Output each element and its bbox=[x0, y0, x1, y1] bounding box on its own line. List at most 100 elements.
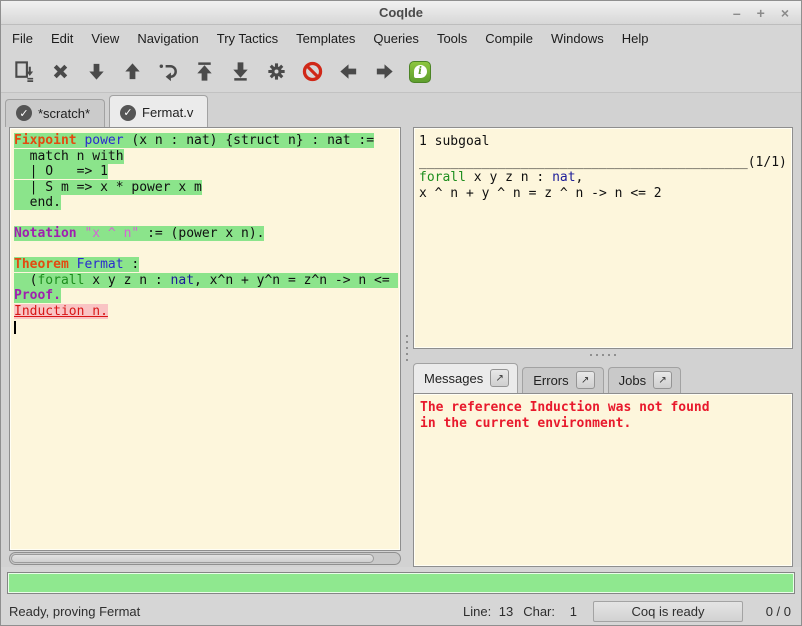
menu-templates[interactable]: Templates bbox=[287, 27, 364, 50]
minimize-button[interactable]: – bbox=[733, 6, 741, 20]
code-line: | S m => x * power x m bbox=[14, 180, 398, 196]
tab-messages[interactable]: Messages ↗ bbox=[413, 363, 518, 393]
interrupt-button[interactable] bbox=[297, 57, 327, 87]
popout-icon[interactable]: ↗ bbox=[490, 369, 509, 387]
tab-label: Messages bbox=[424, 371, 483, 386]
message-tabbar: Messages ↗ Errors ↗ Jobs ↗ bbox=[413, 361, 793, 393]
vertical-splitter[interactable] bbox=[401, 127, 413, 567]
line-label: Line: bbox=[463, 604, 491, 619]
scrollbar-thumb[interactable] bbox=[11, 554, 374, 563]
close-button[interactable] bbox=[45, 57, 75, 87]
titlebar[interactable]: CoqIde – + × bbox=[1, 1, 801, 25]
go-to-cursor-icon bbox=[157, 60, 180, 83]
menu-view[interactable]: View bbox=[82, 27, 128, 50]
goal-line: x ^ n + y ^ n = z ^ n -> n <= 2 bbox=[419, 186, 787, 202]
goal-line: 1 subgoal bbox=[419, 134, 787, 150]
script-editor[interactable]: Fixpoint power (x n : nat) {struct n} : … bbox=[9, 127, 401, 551]
go-to-cursor-button[interactable] bbox=[153, 57, 183, 87]
step-forward-button[interactable] bbox=[81, 57, 111, 87]
next-arrow-button[interactable] bbox=[369, 57, 399, 87]
code-line: Fixpoint power (x n : nat) {struct n} : … bbox=[14, 133, 398, 149]
save-icon bbox=[13, 60, 36, 83]
code-line bbox=[14, 211, 398, 227]
toolbar: i bbox=[1, 51, 801, 93]
menu-edit[interactable]: Edit bbox=[42, 27, 82, 50]
code-line: Induction n. bbox=[14, 304, 398, 320]
goal-line: ________________________________________… bbox=[419, 155, 787, 171]
go-to-end-icon bbox=[229, 60, 252, 83]
coq-status-indicator: Coq is ready bbox=[593, 601, 743, 622]
close-button[interactable]: × bbox=[781, 6, 789, 20]
maximize-button[interactable]: + bbox=[757, 6, 765, 20]
editor-panel: Fixpoint power (x n : nat) {struct n} : … bbox=[9, 127, 401, 565]
popout-icon[interactable]: ↗ bbox=[653, 371, 672, 389]
code-line: Notation "x ^ n" := (power x n). bbox=[14, 226, 398, 242]
step-backward-button[interactable] bbox=[117, 57, 147, 87]
about-info-button[interactable]: i bbox=[405, 57, 435, 87]
tab-jobs[interactable]: Jobs ↗ bbox=[608, 367, 681, 393]
step-forward-icon bbox=[85, 60, 108, 83]
code-line bbox=[14, 319, 398, 335]
main-area: Fixpoint power (x n : nat) {struct n} : … bbox=[1, 127, 801, 567]
message-line: in the current environment. bbox=[420, 416, 786, 432]
right-column: 1 subgoal _______________________________… bbox=[413, 127, 793, 567]
code-line: | O => 1 bbox=[14, 164, 398, 180]
char-value: 1 bbox=[559, 604, 577, 619]
horizontal-splitter[interactable] bbox=[413, 349, 793, 361]
coq-status-text: Coq is ready bbox=[632, 604, 705, 619]
document-tabbar: ✓ *scratch* ✓ Fermat.v bbox=[1, 93, 801, 127]
go-to-start-button[interactable] bbox=[189, 57, 219, 87]
progress-bar bbox=[7, 572, 795, 594]
menubar: FileEditViewNavigationTry TacticsTemplat… bbox=[1, 25, 801, 51]
menu-navigation[interactable]: Navigation bbox=[128, 27, 207, 50]
tab-label: *scratch* bbox=[38, 106, 90, 121]
popout-icon[interactable]: ↗ bbox=[576, 371, 595, 389]
menu-windows[interactable]: Windows bbox=[542, 27, 613, 50]
menu-try-tactics[interactable]: Try Tactics bbox=[208, 27, 287, 50]
code-line: Theorem Fermat : bbox=[14, 257, 398, 273]
window-title: CoqIde bbox=[1, 5, 801, 20]
tab--scratch-[interactable]: ✓ *scratch* bbox=[5, 99, 105, 127]
coqide-window: CoqIde – + × FileEditViewNavigationTry Tac… bbox=[0, 0, 802, 626]
next-arrow-icon bbox=[373, 60, 396, 83]
menu-compile[interactable]: Compile bbox=[476, 27, 542, 50]
code-line: (forall x y z n : nat, x^n + y^n = z^n -… bbox=[14, 273, 398, 289]
close-icon bbox=[49, 60, 72, 83]
tab-check-icon: ✓ bbox=[120, 105, 136, 121]
editor-horizontal-scrollbar[interactable] bbox=[9, 552, 401, 565]
goal-line: forall x y z n : nat, bbox=[419, 170, 787, 186]
code-line: end. bbox=[14, 195, 398, 211]
cursor-position: Line: 13 Char: 1 bbox=[463, 604, 583, 619]
tab-label: Fermat.v bbox=[142, 105, 193, 120]
window-controls: – + × bbox=[733, 6, 801, 20]
splitter-handle-icon bbox=[406, 335, 408, 361]
line-value: 13 bbox=[495, 604, 513, 619]
code-line bbox=[14, 242, 398, 258]
job-counter: 0 / 0 bbox=[757, 604, 791, 619]
text-cursor bbox=[14, 321, 16, 334]
tab-label: Errors bbox=[533, 373, 568, 388]
interrupt-icon bbox=[301, 60, 324, 83]
message-line: The reference Induction was not found bbox=[420, 400, 786, 416]
goal-panel[interactable]: 1 subgoal _______________________________… bbox=[413, 127, 793, 349]
previous-arrow-icon bbox=[337, 60, 360, 83]
make-gear-button[interactable] bbox=[261, 57, 291, 87]
messages-panel[interactable]: The reference Induction was not foundin … bbox=[413, 393, 793, 567]
step-backward-icon bbox=[121, 60, 144, 83]
tab-fermat-v[interactable]: ✓ Fermat.v bbox=[109, 95, 208, 127]
go-to-start-icon bbox=[193, 60, 216, 83]
menu-tools[interactable]: Tools bbox=[428, 27, 476, 50]
go-to-end-button[interactable] bbox=[225, 57, 255, 87]
menu-file[interactable]: File bbox=[3, 27, 42, 50]
about-info-icon: i bbox=[409, 61, 431, 83]
previous-arrow-button[interactable] bbox=[333, 57, 363, 87]
status-text: Ready, proving Fermat bbox=[9, 604, 140, 619]
save-button[interactable] bbox=[9, 57, 39, 87]
tab-check-icon: ✓ bbox=[16, 105, 32, 121]
code-line: Proof. bbox=[14, 288, 398, 304]
menu-help[interactable]: Help bbox=[613, 27, 658, 50]
tab-label: Jobs bbox=[619, 373, 646, 388]
tab-errors[interactable]: Errors ↗ bbox=[522, 367, 603, 393]
make-gear-icon bbox=[265, 60, 288, 83]
menu-queries[interactable]: Queries bbox=[364, 27, 428, 50]
